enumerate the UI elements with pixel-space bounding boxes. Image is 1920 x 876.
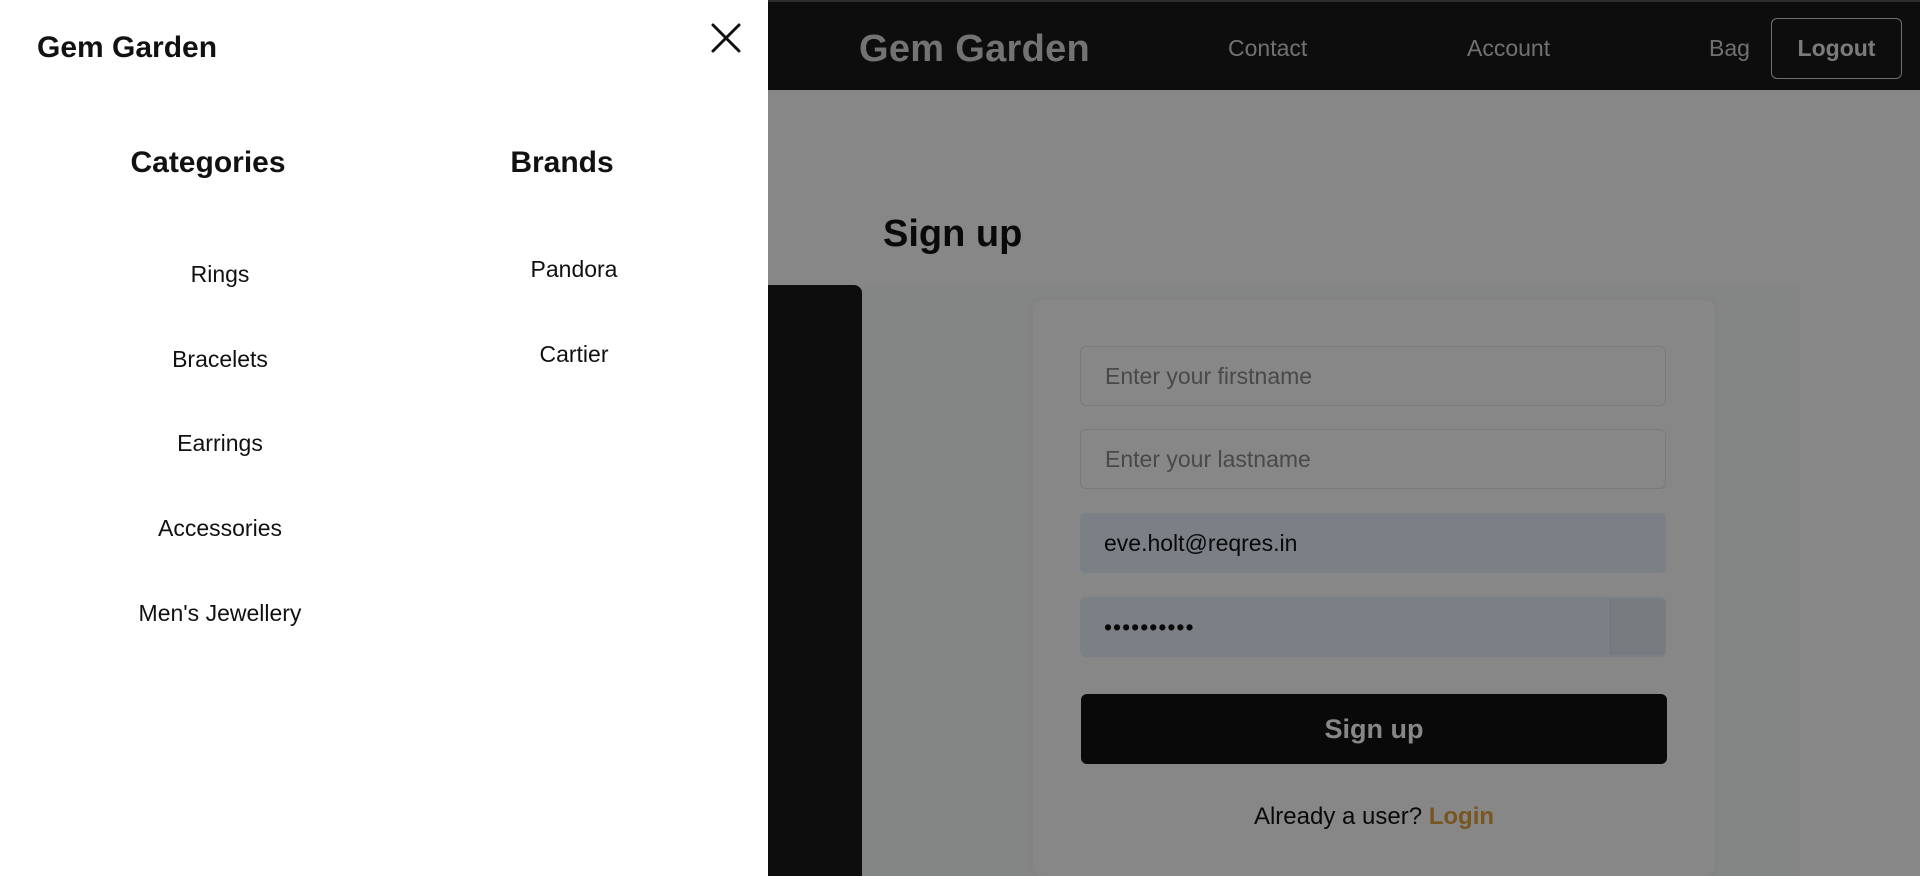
brand-link-pandora[interactable]: Pandora xyxy=(474,256,674,283)
category-link-rings[interactable]: Rings xyxy=(100,261,340,288)
category-link-bracelets[interactable]: Bracelets xyxy=(100,346,340,373)
drawer-title: Gem Garden xyxy=(37,31,218,64)
close-icon[interactable] xyxy=(708,20,744,56)
category-link-accessories[interactable]: Accessories xyxy=(100,515,340,542)
brands-heading: Brands xyxy=(510,146,614,179)
categories-heading: Categories xyxy=(130,146,286,179)
category-link-earrings[interactable]: Earrings xyxy=(100,430,340,457)
category-link-mens-jewellery[interactable]: Men's Jewellery xyxy=(100,600,340,627)
side-drawer: Gem Garden Categories Brands Rings Brace… xyxy=(0,0,768,876)
brand-link-cartier[interactable]: Cartier xyxy=(474,341,674,368)
